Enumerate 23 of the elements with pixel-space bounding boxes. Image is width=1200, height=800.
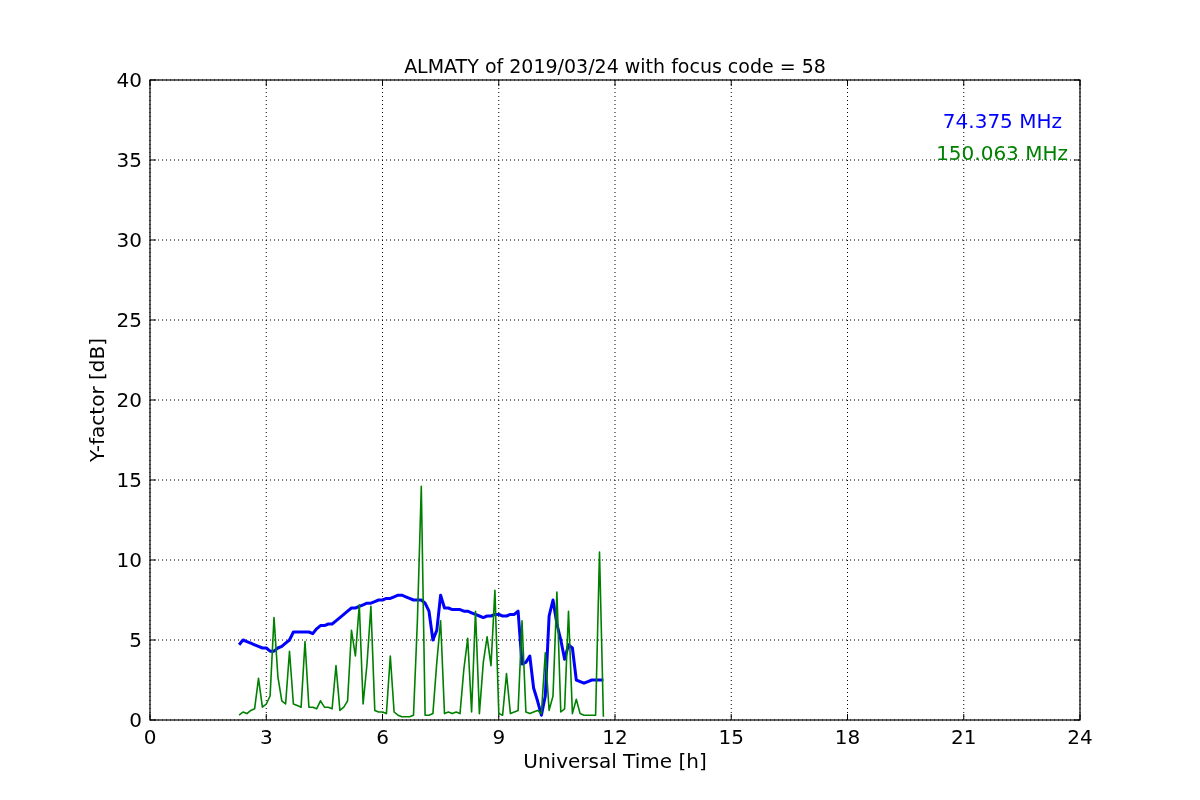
tick-label: 15 (718, 725, 744, 749)
tick-label: 40 (116, 68, 142, 92)
tick-label: 20 (116, 388, 142, 412)
tick-label: 6 (376, 725, 389, 749)
tick-label: 35 (116, 148, 142, 172)
axis-title: Universal Time [h] (523, 749, 707, 773)
tick-label: 21 (951, 725, 977, 749)
series-label: 150.063 MHz (936, 141, 1068, 165)
tick-label: 12 (602, 725, 628, 749)
tick-label: 5 (129, 628, 142, 652)
tick-label: 18 (834, 725, 861, 749)
chart-title: ALMATY of 2019/03/24 with focus code = 58 (404, 55, 826, 77)
tick-label: 0 (129, 708, 142, 732)
tick-label: 9 (492, 725, 506, 749)
tick-label: 24 (1067, 725, 1093, 749)
tick-label: 10 (116, 548, 142, 572)
tick-label: 30 (116, 228, 142, 252)
axis-title: Y-factor [dB] (85, 338, 109, 462)
tick-label: 15 (116, 468, 142, 492)
tick-label: 25 (116, 308, 142, 332)
series-label: 74.375 MHz (942, 109, 1062, 133)
tick-label: 0 (143, 725, 157, 749)
tick-label: 3 (259, 725, 273, 749)
